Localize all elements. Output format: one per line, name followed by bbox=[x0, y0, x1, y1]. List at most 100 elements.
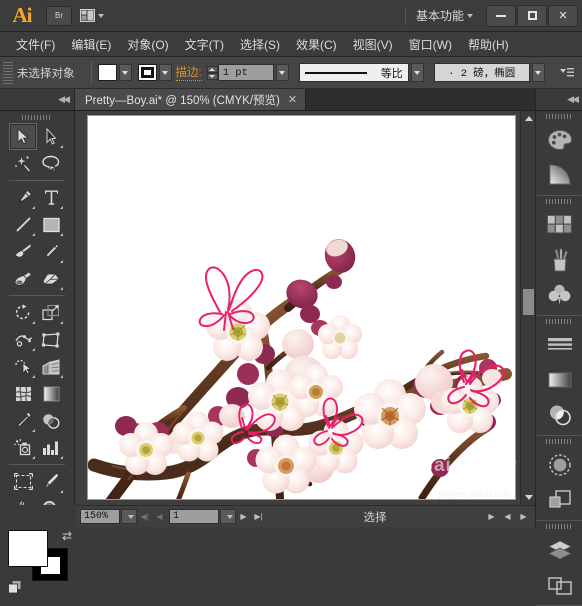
stepper-up[interactable] bbox=[206, 65, 218, 73]
selection-tool[interactable] bbox=[9, 123, 37, 150]
dock-group-gripper[interactable] bbox=[536, 436, 582, 447]
color-panel-icon[interactable] bbox=[536, 122, 582, 157]
transparency-panel-icon[interactable] bbox=[536, 397, 582, 432]
perspective-grid-tool[interactable] bbox=[37, 353, 65, 380]
document-tab-close-icon[interactable]: ✕ bbox=[288, 93, 297, 106]
eraser-tool[interactable] bbox=[37, 265, 65, 292]
zoom-level-input[interactable]: 150% bbox=[80, 509, 120, 524]
paintbrush-tool[interactable] bbox=[9, 238, 37, 265]
gradient-tool[interactable] bbox=[37, 380, 65, 407]
lasso-tool[interactable] bbox=[37, 150, 65, 177]
menu-edit[interactable]: 编辑(E) bbox=[63, 33, 119, 56]
menu-view[interactable]: 视图(V) bbox=[345, 33, 401, 56]
swatches-panel-icon[interactable] bbox=[536, 207, 582, 242]
width-profile-dropdown-button[interactable] bbox=[531, 63, 545, 82]
appearance-panel-icon[interactable] bbox=[536, 447, 582, 482]
scroll-up-button[interactable] bbox=[521, 111, 536, 126]
control-bar-gripper[interactable] bbox=[3, 61, 13, 84]
layers-panel-icon[interactable] bbox=[536, 532, 582, 567]
chevron-down-icon[interactable] bbox=[467, 13, 473, 18]
workspace-switcher[interactable]: 基本功能 bbox=[416, 7, 464, 24]
status-left-icon[interactable]: ◀ bbox=[500, 509, 515, 524]
document-tab[interactable]: Pretty—Boy.ai* @ 150% (CMYK/预览) ✕ bbox=[75, 89, 307, 110]
stepper-down[interactable] bbox=[206, 72, 218, 80]
blend-tool[interactable] bbox=[37, 407, 65, 434]
artboard-tool[interactable] bbox=[9, 468, 37, 495]
magic-wand-tool[interactable] bbox=[9, 150, 37, 177]
brush-definition-dropdown-button[interactable] bbox=[410, 63, 424, 82]
next-page-button[interactable]: ▶ bbox=[236, 509, 251, 524]
toolbar-fill-swatch[interactable] bbox=[8, 530, 48, 567]
line-segment-tool[interactable] bbox=[9, 211, 37, 238]
stroke-panel-icon[interactable] bbox=[536, 327, 582, 362]
artboard[interactable] bbox=[87, 115, 516, 500]
bridge-button[interactable]: Br bbox=[46, 5, 72, 26]
gradient2-panel-icon[interactable] bbox=[536, 362, 582, 397]
fill-dropdown-button[interactable] bbox=[118, 64, 132, 81]
menu-effect[interactable]: 效果(C) bbox=[288, 33, 345, 56]
fill-color-control[interactable] bbox=[97, 64, 132, 81]
symbols-panel-icon[interactable] bbox=[536, 277, 582, 312]
stroke-swatch[interactable] bbox=[137, 64, 157, 81]
stroke-label[interactable]: 描边: bbox=[175, 64, 202, 81]
pen-tool[interactable] bbox=[9, 184, 37, 211]
menu-type[interactable]: 文字(T) bbox=[177, 33, 232, 56]
column-graph-tool[interactable] bbox=[37, 434, 65, 461]
brushes-panel-icon[interactable] bbox=[536, 242, 582, 277]
graphic-styles-panel-icon[interactable] bbox=[536, 482, 582, 517]
shape-builder-tool[interactable] bbox=[9, 353, 37, 380]
stroke-color-control[interactable] bbox=[137, 64, 172, 81]
width-tool[interactable] bbox=[9, 326, 37, 353]
artboards-panel-icon[interactable] bbox=[536, 567, 582, 602]
status-right-icon[interactable]: ▶ bbox=[516, 509, 531, 524]
eyedropper-tool[interactable] bbox=[9, 407, 37, 434]
status-resize-controls[interactable]: ▶ ◀ ▶ bbox=[484, 509, 531, 524]
free-transform-tool[interactable] bbox=[37, 326, 65, 353]
arrange-documents-button[interactable] bbox=[74, 5, 110, 26]
minimize-button[interactable] bbox=[486, 4, 516, 27]
control-panel-menu-button[interactable] bbox=[560, 67, 574, 78]
previous-page-button[interactable]: ◀ bbox=[152, 509, 167, 524]
tools-panel-gripper[interactable] bbox=[0, 111, 74, 123]
type-tool[interactable] bbox=[37, 184, 65, 211]
menu-file[interactable]: 文件(F) bbox=[8, 33, 63, 56]
menu-select[interactable]: 选择(S) bbox=[232, 33, 288, 56]
close-button[interactable]: ✕ bbox=[548, 4, 578, 27]
blob-brush-tool[interactable] bbox=[9, 265, 37, 292]
stroke-weight-dropdown-button[interactable] bbox=[275, 64, 289, 81]
dock-group-gripper[interactable] bbox=[536, 111, 582, 122]
canvas-area[interactable]: Baidu经验 jingyan.baidu.com bbox=[76, 111, 535, 505]
pencil-tool[interactable] bbox=[37, 238, 65, 265]
dock-group-gripper[interactable] bbox=[536, 316, 582, 327]
status-text[interactable]: 选择 bbox=[266, 509, 484, 525]
menu-object[interactable]: 对象(O) bbox=[119, 33, 176, 56]
right-dock-collapse-button[interactable]: ◀◀ bbox=[535, 89, 582, 110]
first-page-button[interactable]: ◀| bbox=[137, 509, 152, 524]
mesh-tool[interactable] bbox=[9, 380, 37, 407]
vertical-scrollbar-thumb[interactable] bbox=[523, 289, 534, 315]
status-expand-icon[interactable]: ▶ bbox=[484, 509, 499, 524]
default-fill-stroke-icon[interactable] bbox=[8, 580, 23, 598]
symbol-sprayer-tool[interactable] bbox=[9, 434, 37, 461]
gradient-panel-icon[interactable] bbox=[536, 157, 582, 192]
fill-swatch[interactable] bbox=[97, 64, 117, 81]
scroll-down-button[interactable] bbox=[521, 490, 536, 505]
rectangle-tool[interactable] bbox=[37, 211, 65, 238]
menu-help[interactable]: 帮助(H) bbox=[460, 33, 517, 56]
slice-tool[interactable] bbox=[37, 468, 65, 495]
last-page-button[interactable]: ▶| bbox=[251, 509, 266, 524]
left-dock-collapse-button[interactable]: ◀◀ bbox=[0, 89, 75, 110]
maximize-button[interactable] bbox=[517, 4, 547, 27]
rotate-tool[interactable] bbox=[9, 299, 37, 326]
menu-window[interactable]: 窗口(W) bbox=[401, 33, 460, 56]
scale-tool[interactable] bbox=[37, 299, 65, 326]
swap-fill-stroke-icon[interactable]: ⇄ bbox=[62, 529, 72, 543]
page-dropdown-button[interactable] bbox=[220, 509, 236, 524]
dock-group-gripper[interactable] bbox=[536, 196, 582, 207]
zoom-level-dropdown-button[interactable] bbox=[121, 509, 137, 524]
vertical-scrollbar[interactable] bbox=[520, 111, 535, 505]
page-number-input[interactable]: 1 bbox=[169, 509, 219, 524]
stroke-weight-stepper[interactable] bbox=[206, 65, 218, 80]
brush-definition-select[interactable]: 等比 bbox=[298, 63, 409, 82]
width-profile-select[interactable]: · 2 磅，椭圆 bbox=[433, 63, 530, 82]
